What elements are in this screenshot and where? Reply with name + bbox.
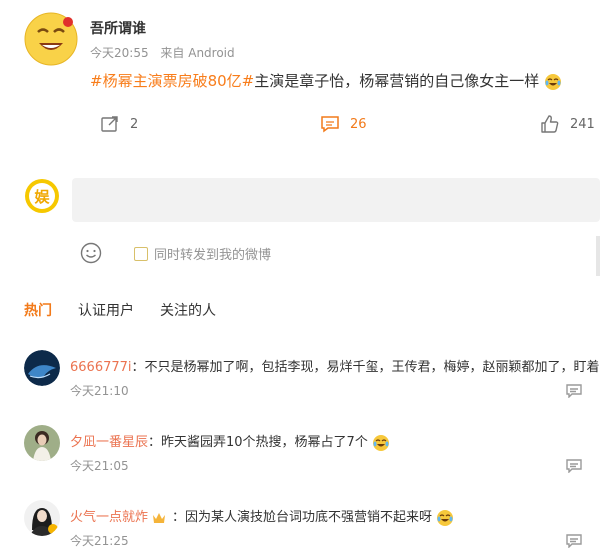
comment-line: 6666777i：不只是杨幂加了啊，包括李现，易烊千玺，王传君，梅婷，赵丽颖都加…	[70, 356, 600, 375]
laugh-cry-emoji-icon	[437, 509, 454, 526]
commenter-avatar[interactable]	[24, 500, 60, 536]
post-time[interactable]: 今天20:55	[90, 46, 149, 60]
scrollbar-thumb[interactable]	[596, 236, 600, 276]
forward-icon	[101, 116, 118, 132]
forward-button[interactable]: 2	[100, 114, 138, 134]
commenter-name[interactable]: 6666777i	[70, 360, 132, 375]
like-button[interactable]: 241	[540, 114, 595, 134]
commenter-name[interactable]: 火气一点就炸	[70, 510, 148, 525]
post-username[interactable]: 吾所谓谁	[90, 18, 146, 38]
comment-time: 今天21:05	[70, 459, 129, 473]
svg-text:娱: 娱	[34, 188, 50, 206]
emoji-picker-icon[interactable]	[80, 242, 102, 264]
comment-time: 今天21:25	[70, 534, 129, 548]
comment-filter-tabs: 热门 认证用户 关注的人	[24, 300, 216, 320]
reply-icon[interactable]	[566, 384, 582, 398]
also-forward-option[interactable]: 同时转发到我的微博	[134, 244, 271, 263]
like-icon	[541, 115, 559, 133]
post-topic-link[interactable]: #杨幂主演票房破80亿#	[90, 72, 254, 90]
commenter-avatar[interactable]	[24, 350, 60, 386]
tab-following[interactable]: 关注的人	[160, 300, 216, 320]
commenter-name[interactable]: 夕凪一番星辰	[70, 435, 148, 450]
author-avatar[interactable]	[24, 12, 78, 66]
weibo-post-page: 吾所谓谁 今天20:55 来自 Android #杨幂主演票房破80亿#主演是章…	[0, 0, 600, 560]
comment-line: 夕凪一番星辰：昨天酱园弄10个热搜，杨幂占了7个	[70, 431, 390, 452]
crown-icon	[153, 512, 166, 523]
comment-icon	[321, 116, 339, 133]
comment-time: 今天21:10	[70, 384, 129, 398]
tab-hot[interactable]: 热门	[24, 300, 52, 320]
comment-text: ：昨天酱园弄10个热搜，杨幂占了7个	[148, 435, 368, 450]
comment-text: ：不只是杨幂加了啊，包括李现，易烊千玺，王传君，梅婷，赵丽颖都加了，盯着杨	[131, 360, 600, 375]
also-forward-checkbox[interactable]	[134, 246, 148, 261]
laugh-cry-emoji-icon	[545, 73, 562, 90]
post-meta: 今天20:55 来自 Android	[90, 44, 235, 61]
post-source: 来自 Android	[160, 46, 235, 60]
like-count: 241	[570, 116, 595, 132]
post-content: #杨幂主演票房破80亿#主演是章子怡，杨幂营销的自己像女主一样	[90, 70, 562, 91]
post-action-bar: 2 26 241	[0, 114, 600, 144]
commenter-avatar[interactable]	[24, 425, 60, 461]
also-forward-label: 同时转发到我的微博	[154, 248, 272, 263]
laugh-cry-emoji-icon	[372, 434, 389, 451]
current-user-avatar[interactable]: 娱	[24, 178, 60, 214]
comment-input[interactable]	[72, 178, 600, 222]
reply-icon[interactable]	[566, 459, 582, 473]
comment-count: 26	[350, 116, 367, 132]
comment-text: ：因为某人演技尬台词功底不强营销不起来呀	[172, 510, 433, 525]
comment-button[interactable]: 26	[320, 114, 367, 134]
comment-line: 火气一点就炸 ：因为某人演技尬台词功底不强营销不起来呀	[70, 506, 454, 527]
tab-verified-users[interactable]: 认证用户	[78, 300, 134, 320]
forward-count: 2	[130, 116, 139, 132]
reply-icon[interactable]	[566, 534, 582, 548]
post-body-text: 主演是章子怡，杨幂营销的自己像女主一样	[254, 72, 540, 90]
